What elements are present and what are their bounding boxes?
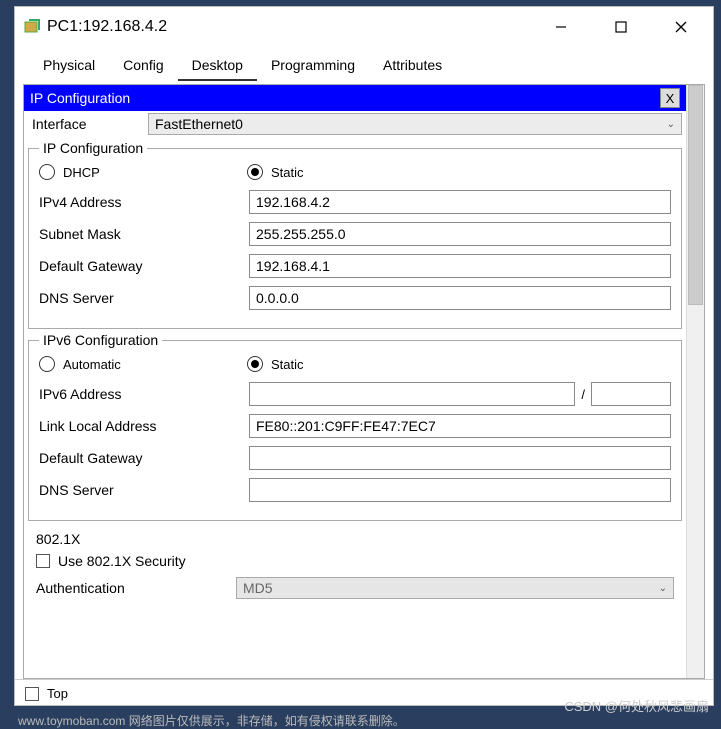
ipv4-fieldset: IP Configuration DHCP Static IPv4 Addres… bbox=[28, 140, 682, 329]
ipv6-mode-row: Automatic Static bbox=[39, 356, 671, 372]
content-scroll: IP Configuration X Interface FastEtherne… bbox=[24, 85, 686, 678]
main-window: PC1:192.168.4.2 Physical Config Desktop … bbox=[14, 6, 714, 706]
tab-physical[interactable]: Physical bbox=[29, 53, 109, 81]
dot1x-section: 802.1X Use 802.1X Security Authenticatio… bbox=[28, 527, 682, 607]
ipv6-prefix-input[interactable] bbox=[591, 382, 671, 406]
ipv4-mode-row: DHCP Static bbox=[39, 164, 671, 180]
ipv4-legend: IP Configuration bbox=[39, 140, 147, 156]
dhcp-radio[interactable] bbox=[39, 164, 55, 180]
dot1x-title: 802.1X bbox=[36, 531, 674, 547]
titlebar: PC1:192.168.4.2 bbox=[15, 7, 713, 43]
tab-programming[interactable]: Programming bbox=[257, 53, 369, 81]
maximize-button[interactable] bbox=[603, 15, 639, 39]
dhcp-label: DHCP bbox=[63, 165, 100, 180]
use-8021x-label: Use 802.1X Security bbox=[58, 553, 186, 569]
panel-title: IP Configuration bbox=[30, 90, 660, 106]
automatic-label: Automatic bbox=[63, 357, 121, 372]
minimize-icon bbox=[555, 21, 567, 33]
link-local-input[interactable] bbox=[249, 414, 671, 438]
tab-desktop[interactable]: Desktop bbox=[178, 53, 257, 81]
ipv6-static-radio[interactable] bbox=[247, 356, 263, 372]
scrollbar[interactable] bbox=[686, 85, 704, 678]
close-icon bbox=[674, 20, 688, 34]
scrollbar-thumb[interactable] bbox=[688, 85, 703, 305]
csdn-watermark: CSDN @何处秋风悲画扇 bbox=[564, 696, 709, 715]
ipv6-address-label: IPv6 Address bbox=[39, 386, 249, 402]
static-label: Static bbox=[271, 165, 304, 180]
content-area: IP Configuration X Interface FastEtherne… bbox=[23, 84, 705, 679]
ipv6-gateway-input[interactable] bbox=[249, 446, 671, 470]
maximize-icon bbox=[615, 21, 627, 33]
authentication-value: MD5 bbox=[243, 580, 273, 596]
static-radio[interactable] bbox=[247, 164, 263, 180]
authentication-select[interactable]: MD5 ⌄ bbox=[236, 577, 674, 599]
minimize-button[interactable] bbox=[543, 15, 579, 39]
prefix-separator: / bbox=[575, 387, 591, 402]
ipv6-address-input[interactable] bbox=[249, 382, 575, 406]
interface-value: FastEthernet0 bbox=[155, 116, 243, 132]
ipv6-fieldset: IPv6 Configuration Automatic Static IPv6… bbox=[28, 332, 682, 521]
tab-config[interactable]: Config bbox=[109, 53, 177, 81]
use-8021x-checkbox[interactable] bbox=[36, 554, 50, 568]
link-local-label: Link Local Address bbox=[39, 418, 249, 434]
subnet-mask-input[interactable] bbox=[249, 222, 671, 246]
ipv4-gateway-input[interactable] bbox=[249, 254, 671, 278]
ipv6-gateway-label: Default Gateway bbox=[39, 450, 249, 466]
app-icon bbox=[23, 18, 41, 36]
interface-label: Interface bbox=[28, 116, 148, 132]
chevron-down-icon: ⌄ bbox=[659, 583, 667, 594]
close-button[interactable] bbox=[663, 15, 699, 39]
ipv4-address-input[interactable] bbox=[249, 190, 671, 214]
ipv4-gateway-label: Default Gateway bbox=[39, 258, 249, 274]
ipv4-dns-input[interactable] bbox=[249, 286, 671, 310]
tab-bar: Physical Config Desktop Programming Attr… bbox=[15, 43, 713, 82]
chevron-down-icon: ⌄ bbox=[667, 119, 675, 130]
ipv4-dns-label: DNS Server bbox=[39, 290, 249, 306]
window-title: PC1:192.168.4.2 bbox=[47, 18, 543, 36]
window-controls bbox=[543, 15, 699, 39]
authentication-label: Authentication bbox=[36, 580, 236, 596]
ipv6-dns-label: DNS Server bbox=[39, 482, 249, 498]
automatic-radio[interactable] bbox=[39, 356, 55, 372]
ipv6-static-label: Static bbox=[271, 357, 304, 372]
tab-attributes[interactable]: Attributes bbox=[369, 53, 456, 81]
ipv6-dns-input[interactable] bbox=[249, 478, 671, 502]
top-checkbox[interactable] bbox=[25, 687, 39, 701]
ipv4-address-label: IPv4 Address bbox=[39, 194, 249, 210]
top-label: Top bbox=[47, 686, 68, 701]
interface-row: Interface FastEthernet0 ⌄ bbox=[24, 111, 686, 137]
ipv6-legend: IPv6 Configuration bbox=[39, 332, 162, 348]
subnet-mask-label: Subnet Mask bbox=[39, 226, 249, 242]
interface-select[interactable]: FastEthernet0 ⌄ bbox=[148, 113, 682, 135]
panel-header: IP Configuration X bbox=[24, 85, 686, 111]
panel-close-button[interactable]: X bbox=[660, 88, 680, 108]
